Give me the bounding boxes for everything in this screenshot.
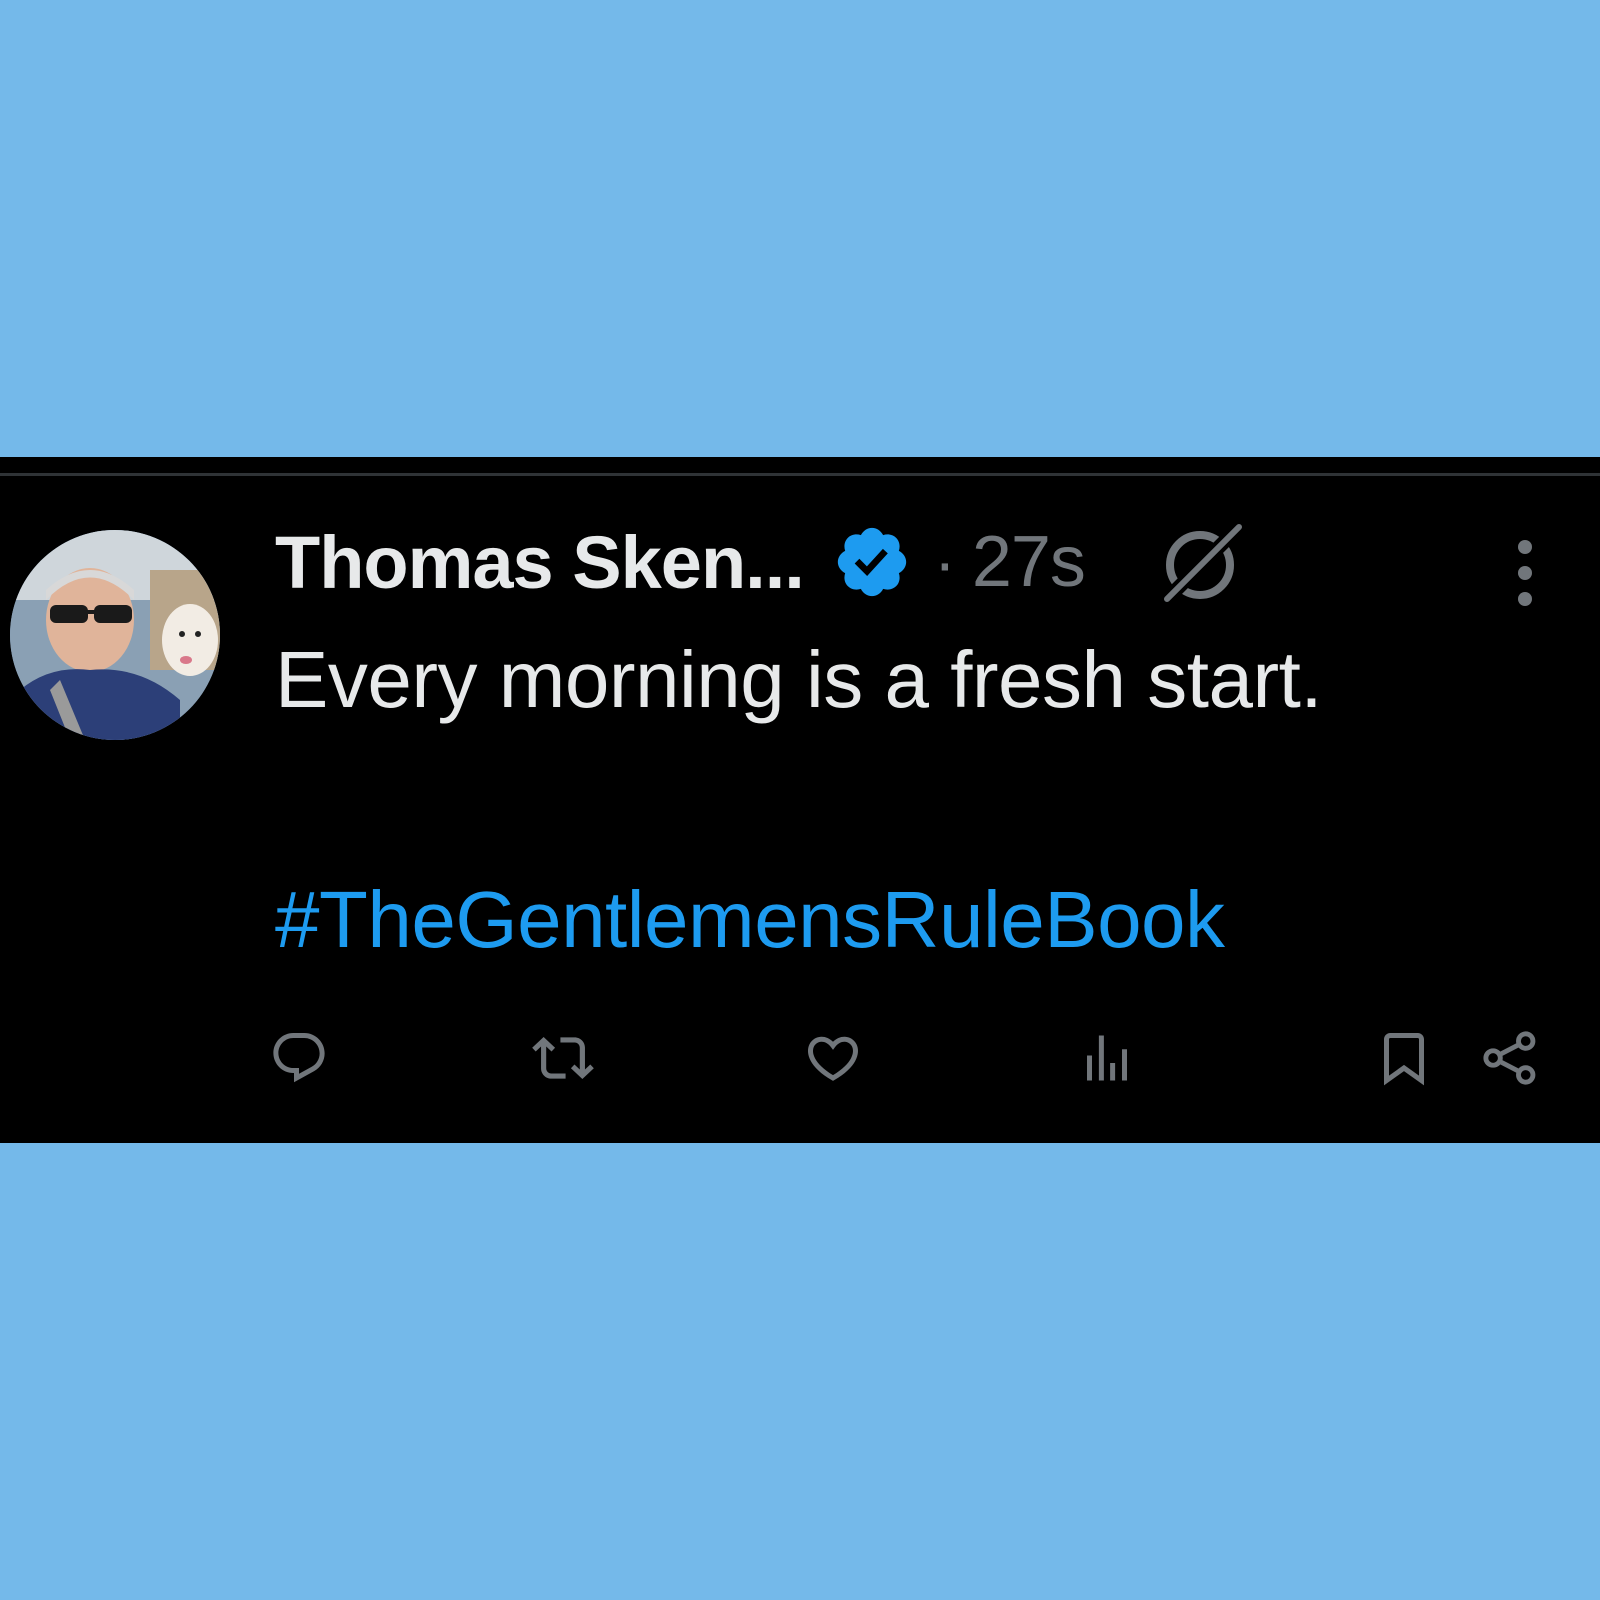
repost-icon — [532, 1027, 594, 1094]
repost-button[interactable] — [530, 1027, 596, 1093]
like-icon — [803, 1028, 863, 1093]
bookmark-button[interactable] — [1371, 1027, 1437, 1093]
hashtag-link[interactable]: #TheGentlemensRuleBook — [275, 872, 1225, 968]
avatar[interactable] — [10, 530, 220, 740]
verified-badge-icon[interactable] — [832, 522, 912, 602]
like-button[interactable] — [800, 1027, 866, 1093]
reply-button[interactable] — [266, 1027, 332, 1093]
timestamp[interactable]: 27s — [972, 521, 1086, 603]
bookmark-icon — [1374, 1028, 1434, 1093]
tweet-header: Thomas Sken... · 27s — [275, 517, 1247, 607]
tweet-card[interactable]: Thomas Sken... · 27s Every morning is a … — [0, 457, 1600, 1143]
views-icon — [1077, 1028, 1137, 1093]
separator-dot: · — [933, 525, 956, 599]
tweet-text: Every morning is a fresh start. — [275, 635, 1323, 724]
share-button[interactable] — [1477, 1027, 1543, 1093]
reply-icon — [269, 1028, 329, 1093]
divider — [0, 473, 1600, 476]
grok-icon[interactable] — [1157, 517, 1247, 607]
views-button[interactable] — [1074, 1027, 1140, 1093]
share-icon — [1481, 1029, 1539, 1092]
more-options-icon[interactable] — [1505, 535, 1545, 615]
display-name[interactable]: Thomas Sken... — [275, 520, 805, 605]
